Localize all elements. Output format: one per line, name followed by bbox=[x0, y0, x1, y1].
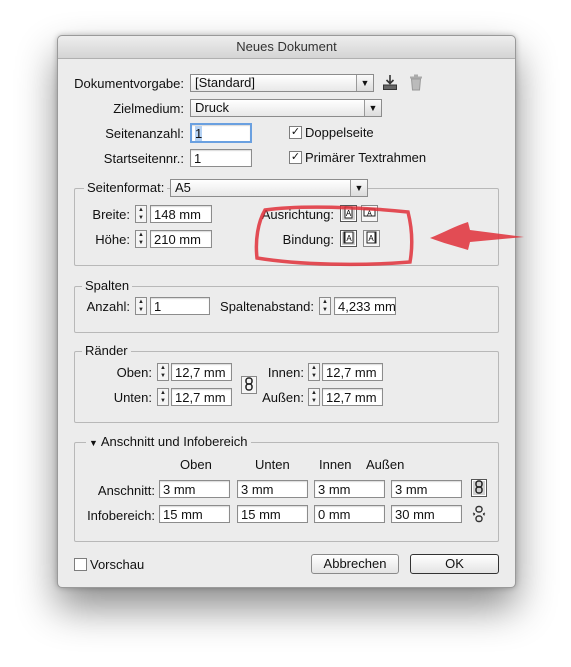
annotation-highlight-box bbox=[254, 205, 414, 267]
annotation-arrow-icon bbox=[430, 222, 524, 250]
annotation-overlay bbox=[254, 205, 524, 267]
